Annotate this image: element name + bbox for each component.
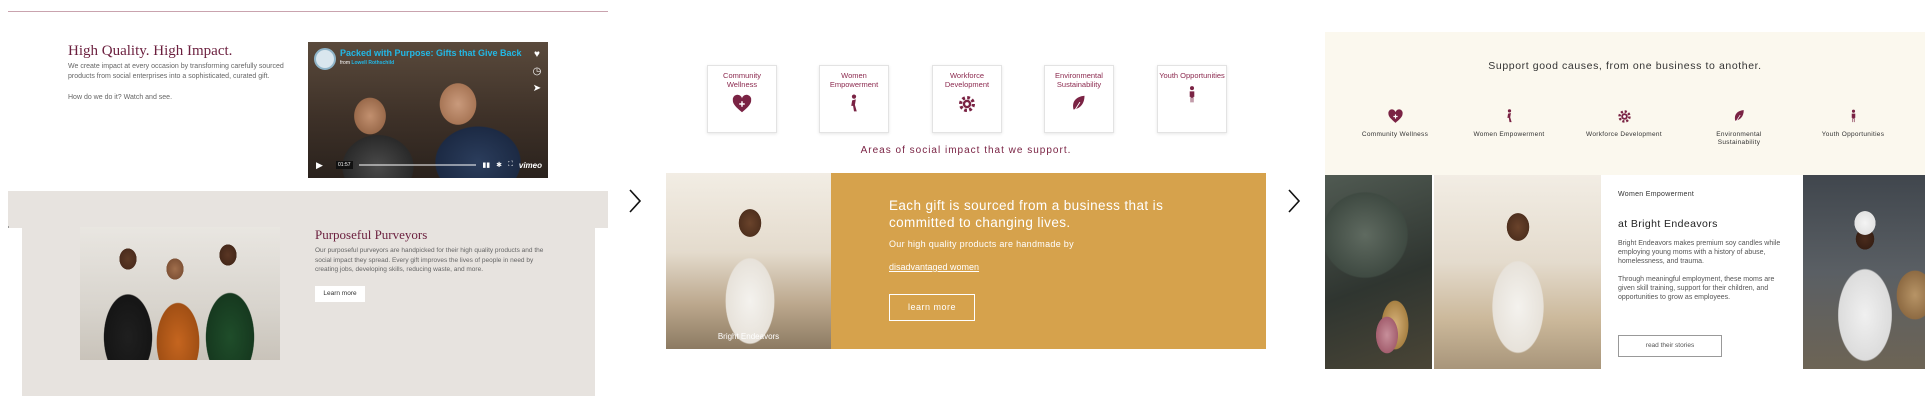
child-figure-icon [1189,86,1195,103]
heart-icon[interactable]: ♥ [530,48,544,62]
cause-item-workforce-development[interactable]: Workforce Development [1584,108,1664,139]
woman-figure-icon [1506,109,1512,123]
read-their-stories-button[interactable]: read their stories [1618,335,1722,357]
settings-icon[interactable]: ✱ [496,161,502,169]
chevron-right-icon [628,188,642,214]
story-title: at Bright Endeavors [1618,218,1718,230]
cause-item-environmental-sustainability[interactable]: Environmental Sustainability [1699,108,1779,147]
vimeo-logo[interactable]: vimeo [519,161,542,170]
impact-card-label: Workforce Development [944,71,990,89]
cause-item-community-wellness[interactable]: Community Wellness [1355,108,1435,139]
gear-icon [958,95,976,113]
video-title[interactable]: Packed with Purpose: Gifts that Give Bac… [340,48,522,58]
gear-icon [1617,110,1631,123]
video-time: 01:57 [336,161,353,169]
cause-item-women-empowerment[interactable]: Women Empowerment [1469,108,1549,139]
learn-more-button[interactable]: learn more [889,294,975,321]
carousel-image-previous[interactable] [1325,175,1432,369]
story-paragraph: Bright Endeavors makes premium soy candl… [1618,240,1781,265]
video-progress-bar[interactable] [358,164,477,166]
purveyors-photo [80,227,280,360]
chevron-right-icon [1287,188,1301,214]
impact-card-label: Women Empowerment [829,71,879,89]
play-icon[interactable]: ▶ [316,159,330,171]
impact-card-label: Environmental Sustainability [1055,71,1103,89]
carousel-image-next[interactable] [1803,175,1925,369]
heart-plus-icon [732,94,752,113]
woman-figure-icon [851,94,857,112]
video-author-link[interactable]: Lowell Rothschild [351,60,394,66]
leaf-icon [1734,110,1744,124]
section-heading: High Quality. High Impact. [68,43,233,59]
impact-caption: Areas of social impact that we support. [860,145,1072,156]
cause-item-label: Environmental Sustainability [1716,131,1762,146]
child-figure-icon [1851,109,1855,123]
cause-item-youth-opportunities[interactable]: Youth Opportunities [1813,108,1893,139]
impact-card-community-wellness[interactable]: Community Wellness [707,65,777,133]
cause-item-label: Youth Opportunities [1821,131,1885,138]
purveyors-heading: Purposeful Purveyors [315,227,428,242]
banner-subtext: Our high quality products are handmade b… [889,239,1074,249]
causes-header-section [1325,32,1925,175]
cause-item-label: Workforce Development [1586,131,1662,138]
cause-item-label: Community Wellness [1361,131,1429,138]
disadvantaged-women-link[interactable]: disadvantaged women [889,262,979,272]
purveyors-description: Our purposeful purveyors are handpicked … [315,247,544,273]
carousel-image-bright-endeavors[interactable] [1434,175,1601,369]
watch-prompt: How do we do it? Watch and see. [68,94,173,101]
story-paragraph: Through meaningful employment, these mom… [1618,276,1775,301]
banner-headline: Each gift is sourced from a business tha… [889,198,1164,230]
carousel-story-card: Women Empowerment at Bright Endeavors Br… [1603,175,1801,369]
divider-line [8,11,608,12]
video-byline-prefix: from [340,60,350,66]
channel-avatar[interactable] [314,48,336,70]
impact-card-workforce-development[interactable]: Workforce Development [932,65,1002,133]
feature-banner: Each gift is sourced from a business tha… [831,173,1266,349]
impact-card-label: Youth Opportunities [1159,71,1225,80]
leaf-icon [1073,95,1085,113]
cause-item-label: Women Empowerment [1473,131,1545,138]
section-description: We create impact at every occasion by tr… [68,63,284,80]
fullscreen-icon[interactable]: ⛶ [508,161,513,169]
impact-card-environmental-sustainability[interactable]: Environmental Sustainability [1044,65,1114,133]
story-category: Women Empowerment [1618,191,1695,198]
edge-marker [8,226,9,228]
volume-icon[interactable]: ▮▮ [482,161,490,169]
video-player[interactable]: Packed with Purpose: Gifts that Give Bac… [308,42,548,178]
causes-heading: Support good causes, from one business t… [1488,60,1762,72]
impact-card-women-empowerment[interactable]: Women Empowerment [819,65,889,133]
impact-card-youth-opportunities[interactable]: Youth Opportunities [1157,65,1227,133]
learn-more-button[interactable]: Learn more [315,286,365,302]
photo-caption: Bright Endeavors [717,332,780,341]
heart-plus-icon [1387,109,1403,123]
video-byline: from Lowell Rothschild [340,60,394,66]
clock-icon[interactable]: ◷ [530,65,544,79]
video-controls: ▶ 01:57 ▮▮ ✱ ⛶ vimeo [316,158,542,172]
impact-card-label: Community Wellness [723,71,761,89]
share-icon[interactable]: ➤ [530,82,544,96]
bright-endeavors-photo[interactable]: Bright Endeavors [666,173,831,349]
